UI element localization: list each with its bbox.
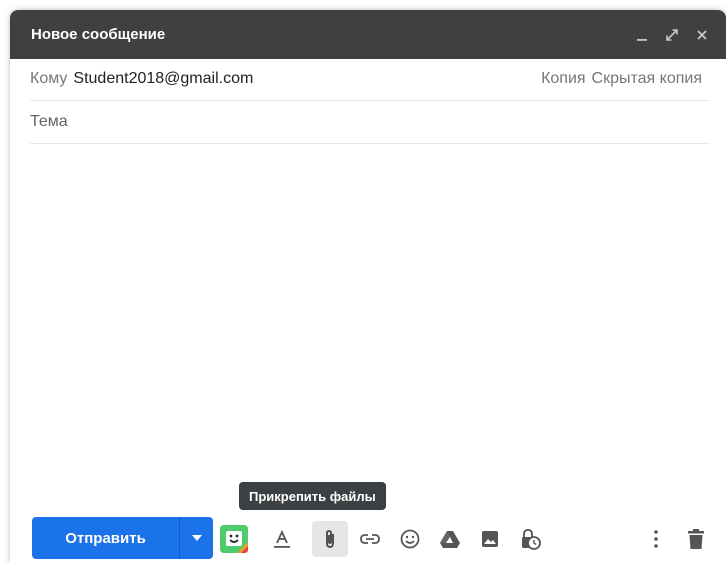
compose-titlebar[interactable]: Новое сообщение xyxy=(10,10,726,59)
compose-title: Новое сообщение xyxy=(31,26,166,43)
insert-photo-button[interactable] xyxy=(472,521,508,557)
close-icon[interactable] xyxy=(690,23,714,47)
formatting-button[interactable] xyxy=(264,521,300,557)
window-controls xyxy=(624,23,714,47)
send-button-group: Отправить xyxy=(32,517,213,559)
attach-files-button[interactable] xyxy=(312,521,348,557)
chevron-down-icon xyxy=(191,535,202,541)
fullscreen-icon[interactable] xyxy=(660,23,684,47)
image-icon xyxy=(482,531,498,547)
subject-field[interactable]: Тема xyxy=(30,100,710,144)
bitmoji-button[interactable] xyxy=(216,521,252,557)
more-options-icon xyxy=(654,530,658,548)
recipients-field[interactable]: Кому Student2018@gmail.com Копия Скрытая… xyxy=(30,58,710,101)
format-text-icon xyxy=(274,529,290,548)
bcc-link[interactable]: Скрытая копия xyxy=(592,70,702,88)
recipient-email[interactable]: Student2018@gmail.com xyxy=(73,70,535,88)
more-options-button[interactable] xyxy=(638,521,674,557)
message-body[interactable] xyxy=(30,144,710,474)
send-options-button[interactable] xyxy=(180,517,213,559)
cc-link[interactable]: Копия xyxy=(541,70,585,88)
drive-icon xyxy=(440,531,460,548)
confidential-icon xyxy=(522,529,541,550)
subject-placeholder: Тема xyxy=(30,112,68,130)
emoji-button[interactable] xyxy=(392,521,428,557)
drive-button[interactable] xyxy=(432,521,468,557)
compose-window: Новое сообщение Кому Student2018@gmail.c… xyxy=(10,10,726,563)
bitmoji-icon xyxy=(220,525,248,553)
send-button[interactable]: Отправить xyxy=(32,517,179,559)
minimize-icon[interactable] xyxy=(630,23,654,47)
discard-draft-button[interactable] xyxy=(678,521,714,557)
emoji-icon xyxy=(400,529,420,549)
link-icon xyxy=(360,534,380,544)
to-label: Кому xyxy=(30,70,68,87)
cc-links: Копия Скрытая копия xyxy=(535,70,702,88)
attach-icon xyxy=(326,530,334,548)
confidential-mode-button[interactable] xyxy=(512,521,548,557)
tooltip: Прикрепить файлы xyxy=(239,482,386,510)
insert-link-button[interactable] xyxy=(352,521,388,557)
trash-icon xyxy=(688,529,704,549)
